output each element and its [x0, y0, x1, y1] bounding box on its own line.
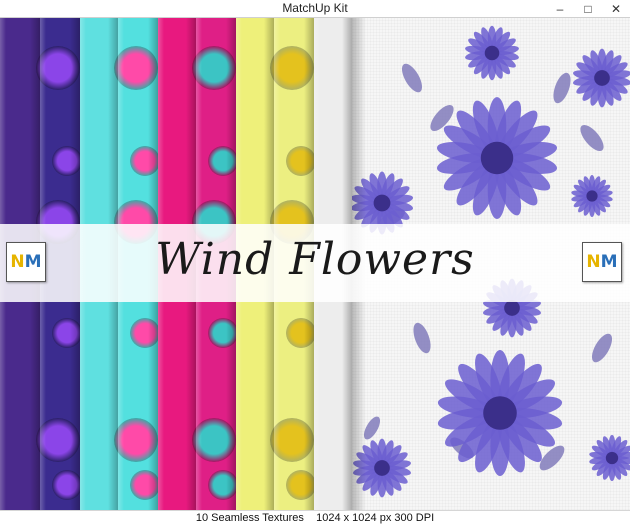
title-bar: MatchUp Kit – □ ✕: [0, 0, 630, 18]
leaf-motif: [401, 63, 423, 93]
window-title: MatchUp Kit: [282, 1, 348, 15]
dahlia-flower: [589, 434, 630, 482]
banner-title: Wind Flowers: [155, 234, 475, 285]
title-banner: NM Wind Flowers NM: [0, 224, 630, 302]
leaf-motif: [591, 333, 613, 363]
app-window: MatchUp Kit – □ ✕ NM Wind Flowers NM 10 …: [0, 0, 630, 526]
status-text: 10 Seamless Textures 1024 x 1024 px 300 …: [195, 512, 435, 524]
status-bar: 10 Seamless Textures 1024 x 1024 px 300 …: [0, 510, 630, 526]
leaf-motif: [413, 322, 431, 354]
leaf-motif: [580, 124, 604, 152]
preview-image: NM Wind Flowers NM: [0, 18, 630, 510]
dahlia-flower: [573, 48, 630, 108]
dahlia-flower: [571, 175, 613, 217]
minimize-button[interactable]: –: [546, 0, 574, 17]
maximize-button[interactable]: □: [574, 0, 602, 17]
nm-logo-right: NM: [582, 242, 622, 282]
dahlia-flower: [465, 25, 519, 81]
dahlia-flower: [436, 97, 558, 219]
close-button[interactable]: ✕: [602, 0, 630, 17]
leaf-motif: [553, 72, 571, 104]
